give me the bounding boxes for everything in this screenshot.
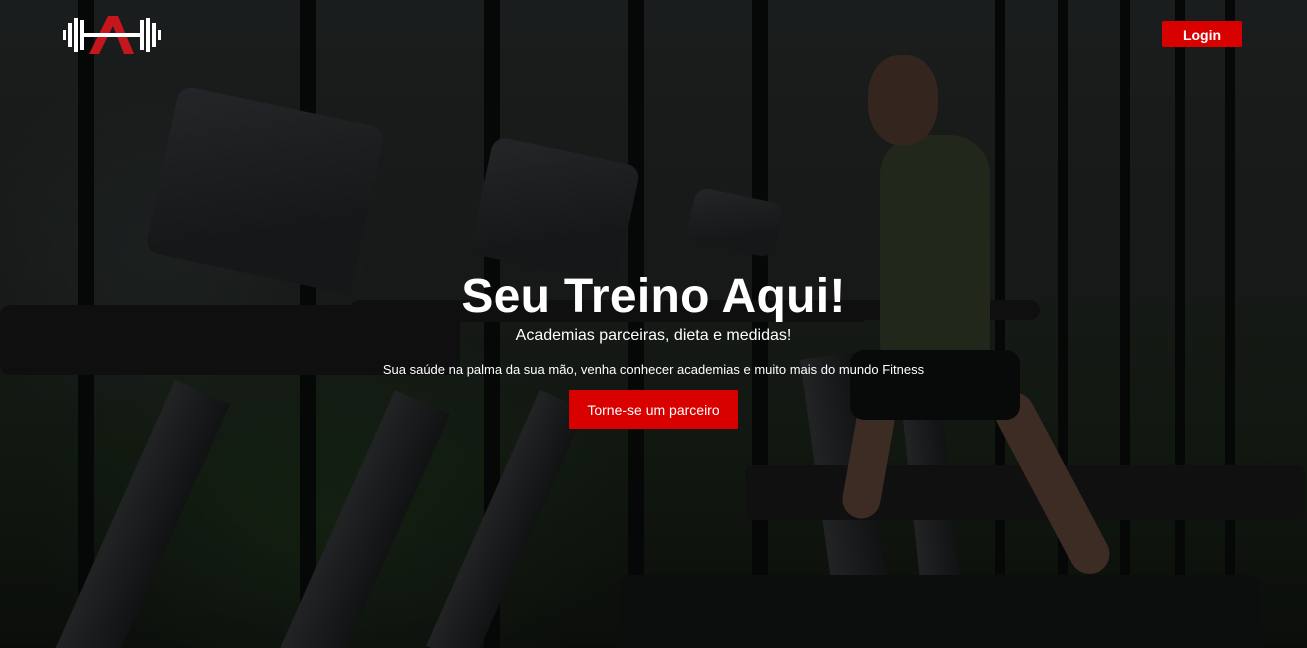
- hero-content: Seu Treino Aqui! Academias parceiras, di…: [0, 268, 1307, 429]
- dumbbell-a-logo-icon: [63, 16, 161, 54]
- hero-subtitle: Academias parceiras, dieta e medidas!: [515, 327, 792, 344]
- hero-title: Seu Treino Aqui!: [461, 270, 846, 323]
- logo[interactable]: [62, 14, 162, 56]
- become-partner-button[interactable]: Torne-se um parceiro: [569, 390, 738, 429]
- hero-section: Login Seu Treino Aqui! Academias parceir…: [0, 0, 1307, 648]
- login-button[interactable]: Login: [1162, 21, 1242, 47]
- hero-description: Sua saúde na palma da sua mão, venha con…: [382, 362, 925, 377]
